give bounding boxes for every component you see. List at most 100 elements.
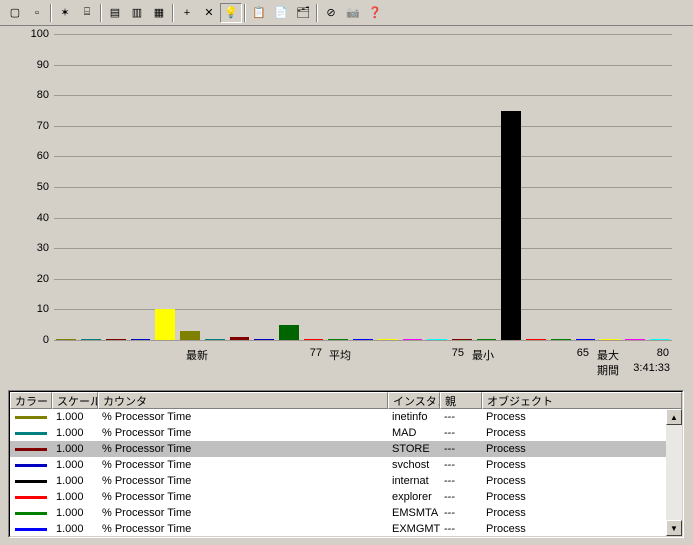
delete-icon[interactable]: ✕ bbox=[198, 3, 220, 23]
cell-scale: 1.000 bbox=[52, 459, 98, 471]
add-icon[interactable]: + bbox=[176, 3, 198, 23]
header-instance[interactable]: インスタン...⋮ bbox=[388, 392, 440, 409]
chart-bar bbox=[205, 339, 225, 340]
cell-object: Process bbox=[482, 507, 682, 519]
chart-bar bbox=[576, 339, 596, 340]
cell-counter: % Processor Time bbox=[98, 475, 388, 487]
chart-bar bbox=[155, 309, 175, 340]
table-row[interactable]: 1.000% Processor Timeinternat---Process bbox=[10, 473, 682, 489]
table-row[interactable]: 1.000% Processor Timeinetinfo---Process bbox=[10, 409, 682, 425]
cell-object: Process bbox=[482, 491, 682, 503]
clear-display-icon[interactable]: ▫ bbox=[26, 3, 48, 23]
table-row[interactable]: 1.000% Processor TimeMAD---Process bbox=[10, 425, 682, 441]
chart-bar bbox=[526, 339, 546, 340]
chart-bar bbox=[180, 331, 200, 340]
paste-icon[interactable]: 📄 bbox=[270, 3, 292, 23]
cell-object: Process bbox=[482, 411, 682, 423]
cell-object: Process bbox=[482, 459, 682, 471]
cell-parent: --- bbox=[440, 411, 482, 423]
color-swatch bbox=[15, 416, 47, 419]
cell-parent: --- bbox=[440, 427, 482, 439]
chart-bar bbox=[254, 339, 274, 340]
scrollbar[interactable]: ▲ ▼ bbox=[666, 409, 682, 536]
stat-min-label: 最小 bbox=[472, 347, 494, 363]
color-swatch bbox=[15, 496, 47, 499]
new-counter-set-icon[interactable]: ▢ bbox=[4, 3, 26, 23]
header-parent[interactable]: 親 bbox=[440, 392, 482, 409]
cell-parent: --- bbox=[440, 523, 482, 535]
cell-instance: MAD bbox=[388, 427, 440, 439]
cell-instance: EXMGMT bbox=[388, 523, 440, 535]
cell-counter: % Processor Time bbox=[98, 459, 388, 471]
toolbar-separator bbox=[316, 4, 318, 22]
cell-object: Process bbox=[482, 427, 682, 439]
chart-bar bbox=[600, 339, 620, 340]
chart-bar bbox=[131, 339, 151, 340]
report-icon[interactable]: ▦ bbox=[148, 3, 170, 23]
chart-bar bbox=[403, 339, 423, 340]
freeze-icon[interactable]: ⊘ bbox=[320, 3, 342, 23]
table-row[interactable]: 1.000% Processor Timesvchost---Process bbox=[10, 457, 682, 473]
cell-counter: % Processor Time bbox=[98, 507, 388, 519]
cell-parent: --- bbox=[440, 507, 482, 519]
color-swatch bbox=[15, 512, 47, 515]
legend-body: 1.000% Processor Timeinetinfo---Process1… bbox=[10, 409, 682, 536]
chart-bar bbox=[625, 339, 645, 340]
cell-instance: STORE bbox=[388, 443, 440, 455]
legend-header: カラー⋮ スケール⋮ カウンタ インスタン...⋮ 親 オブジェクト bbox=[10, 392, 682, 409]
chart-bar bbox=[304, 339, 324, 340]
chart-bar bbox=[378, 339, 398, 340]
toolbar-separator bbox=[244, 4, 246, 22]
table-row[interactable]: 1.000% Processor TimeSTORE---Process bbox=[10, 441, 682, 457]
properties-icon[interactable]: 🗂 bbox=[292, 3, 314, 23]
stat-last-value: 77 bbox=[282, 347, 322, 359]
cell-counter: % Processor Time bbox=[98, 411, 388, 423]
help-icon[interactable]: ❓ bbox=[364, 3, 386, 23]
cell-scale: 1.000 bbox=[52, 443, 98, 455]
cell-scale: 1.000 bbox=[52, 427, 98, 439]
table-row[interactable]: 1.000% Processor TimeEXMGMT---Process bbox=[10, 521, 682, 536]
histogram-icon[interactable]: ▥ bbox=[126, 3, 148, 23]
chart-bar bbox=[328, 339, 348, 340]
chart-icon[interactable]: ▤ bbox=[104, 3, 126, 23]
table-row[interactable]: 1.000% Processor TimeEMSMTA---Process bbox=[10, 505, 682, 521]
y-tick-label: 40 bbox=[16, 212, 49, 224]
color-swatch bbox=[15, 480, 47, 483]
cell-scale: 1.000 bbox=[52, 411, 98, 423]
chart-bar bbox=[452, 339, 472, 340]
y-tick-label: 90 bbox=[16, 59, 49, 71]
stat-max-value: 80 bbox=[629, 347, 669, 359]
stat-last-label: 最新 bbox=[186, 347, 208, 363]
scroll-up-icon[interactable]: ▲ bbox=[666, 409, 682, 425]
stat-avg-label: 平均 bbox=[329, 347, 351, 363]
y-tick-label: 60 bbox=[16, 150, 49, 162]
header-color[interactable]: カラー⋮ bbox=[10, 392, 52, 409]
scroll-down-icon[interactable]: ▼ bbox=[666, 520, 682, 536]
header-object[interactable]: オブジェクト bbox=[482, 392, 682, 409]
highlight-icon[interactable]: 💡 bbox=[220, 3, 242, 23]
y-tick-label: 30 bbox=[16, 242, 49, 254]
chart-bar bbox=[501, 111, 521, 341]
y-tick-label: 80 bbox=[16, 89, 49, 101]
view-current-icon[interactable]: ✶ bbox=[54, 3, 76, 23]
scroll-track[interactable] bbox=[666, 425, 682, 520]
cell-scale: 1.000 bbox=[52, 507, 98, 519]
cell-instance: EMSMTA bbox=[388, 507, 440, 519]
copy-icon[interactable]: 📋 bbox=[248, 3, 270, 23]
chart-bar bbox=[427, 339, 447, 340]
cell-parent: --- bbox=[440, 443, 482, 455]
cell-scale: 1.000 bbox=[52, 491, 98, 503]
cell-object: Process bbox=[482, 475, 682, 487]
header-counter[interactable]: カウンタ bbox=[98, 392, 388, 409]
stat-avg-value: 75 bbox=[424, 347, 464, 359]
header-scale[interactable]: スケール⋮ bbox=[52, 392, 98, 409]
view-log-icon[interactable]: ⌸ bbox=[76, 3, 98, 23]
cell-scale: 1.000 bbox=[52, 475, 98, 487]
cell-counter: % Processor Time bbox=[98, 443, 388, 455]
stats-row: 最新 77 平均 75 最小 65 最大 80 期間 3:41:33 bbox=[54, 344, 672, 378]
y-tick-label: 50 bbox=[16, 181, 49, 193]
y-tick-label: 100 bbox=[16, 28, 49, 40]
update-icon: 📷 bbox=[342, 3, 364, 23]
y-tick-label: 70 bbox=[16, 120, 49, 132]
table-row[interactable]: 1.000% Processor Timeexplorer---Process bbox=[10, 489, 682, 505]
